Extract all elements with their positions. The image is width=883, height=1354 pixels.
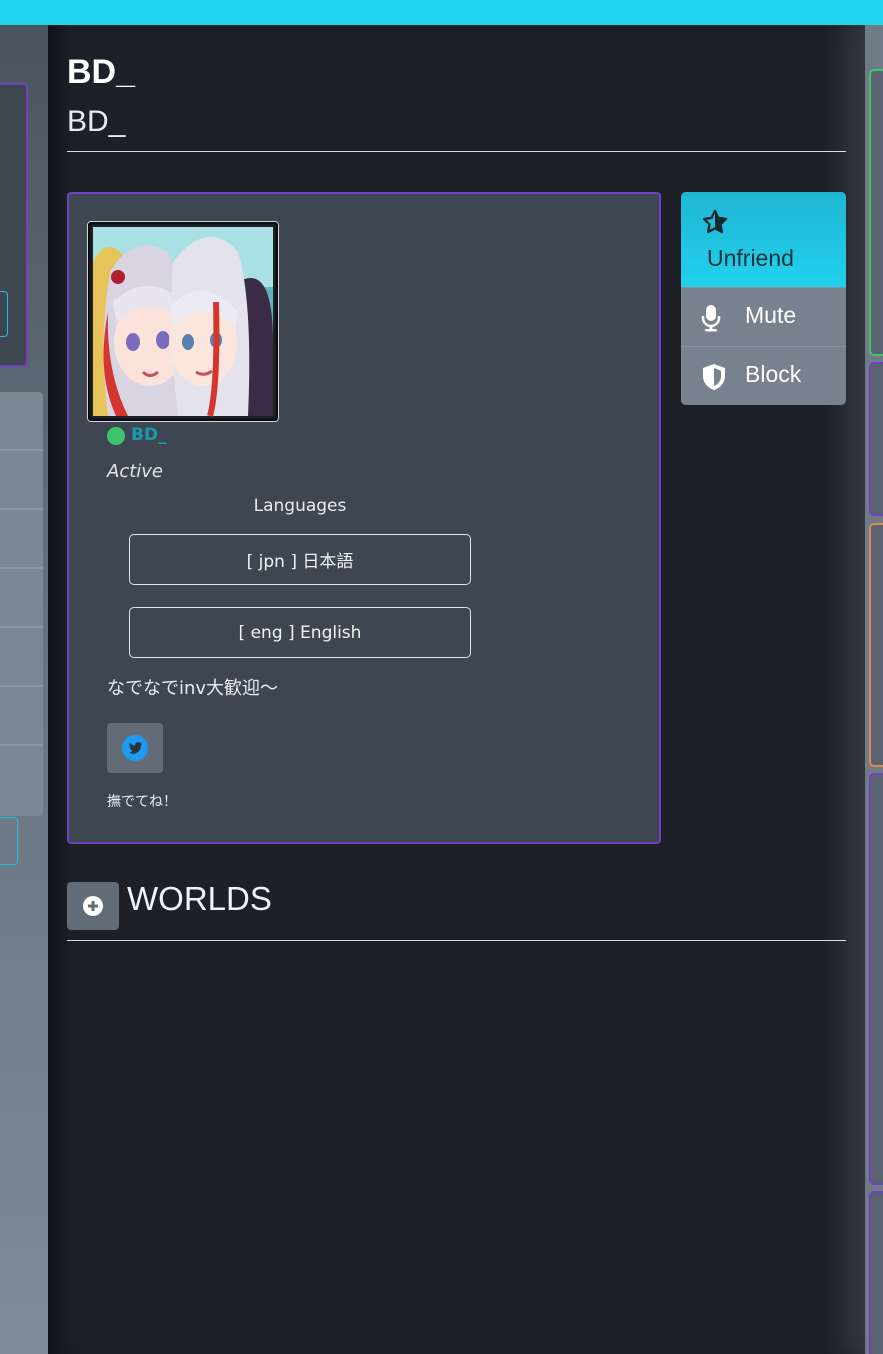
add-world-button[interactable] bbox=[67, 882, 119, 930]
profile-card: BD_ Active Languages [ jpn ] 日本語 [ eng ]… bbox=[67, 192, 661, 844]
social-link-label: 撫でてね！ bbox=[107, 794, 177, 810]
list-item[interactable] bbox=[0, 451, 43, 510]
languages-heading: Languages bbox=[253, 496, 347, 516]
profile-main: BD_ BD_ BD_ Active Languages [jpn] 日本語… bbox=[48, 25, 865, 1354]
star-icon bbox=[702, 209, 728, 234]
friend-actions: Unfriend Mute Block bbox=[681, 192, 846, 405]
bio-text: なでなでinv大歓迎～ bbox=[107, 678, 279, 699]
unfriend-button[interactable]: Unfriend bbox=[681, 192, 846, 287]
mute-label: Mute bbox=[745, 302, 797, 328]
plus-circle-icon bbox=[83, 896, 103, 916]
right-background-panel bbox=[865, 25, 883, 1354]
block-label: Block bbox=[745, 361, 802, 387]
block-button[interactable]: Block bbox=[681, 346, 846, 405]
list-item[interactable] bbox=[0, 628, 43, 687]
left-panel-button[interactable] bbox=[0, 817, 18, 865]
top-accent-bar bbox=[0, 0, 883, 25]
right-panel-card bbox=[869, 1191, 883, 1354]
avatar[interactable] bbox=[87, 221, 279, 422]
page-title: BD_ bbox=[67, 53, 136, 91]
unfriend-label: Unfriend bbox=[707, 245, 794, 271]
status-text: Active bbox=[107, 461, 163, 482]
worlds-section-title: WORLDS bbox=[127, 880, 272, 917]
list-item[interactable] bbox=[0, 510, 43, 569]
divider bbox=[67, 940, 846, 941]
left-panel-button[interactable] bbox=[0, 291, 8, 337]
language-badge-eng[interactable]: [ eng ] English bbox=[129, 607, 471, 658]
status-dot bbox=[107, 427, 125, 445]
right-panel-card bbox=[869, 69, 883, 356]
list-item[interactable] bbox=[0, 687, 43, 746]
divider bbox=[67, 151, 846, 152]
page-subtitle: BD_ bbox=[67, 105, 126, 138]
list-item[interactable] bbox=[0, 392, 43, 451]
shield-icon bbox=[703, 364, 725, 390]
language-badge-jpn[interactable]: [ jpn ] 日本語 bbox=[129, 534, 471, 585]
card-username: BD_ bbox=[131, 425, 167, 445]
avatar-image bbox=[88, 222, 278, 421]
microphone-icon bbox=[701, 305, 721, 332]
mute-button[interactable]: Mute bbox=[681, 287, 846, 346]
left-background-panel bbox=[0, 25, 48, 1354]
left-panel-list bbox=[0, 392, 43, 816]
right-panel-card bbox=[869, 773, 883, 1185]
twitter-link-button[interactable] bbox=[107, 723, 163, 773]
list-item[interactable] bbox=[0, 569, 43, 628]
right-panel-card bbox=[869, 523, 883, 767]
right-panel-card bbox=[869, 362, 883, 516]
twitter-icon bbox=[122, 735, 148, 761]
